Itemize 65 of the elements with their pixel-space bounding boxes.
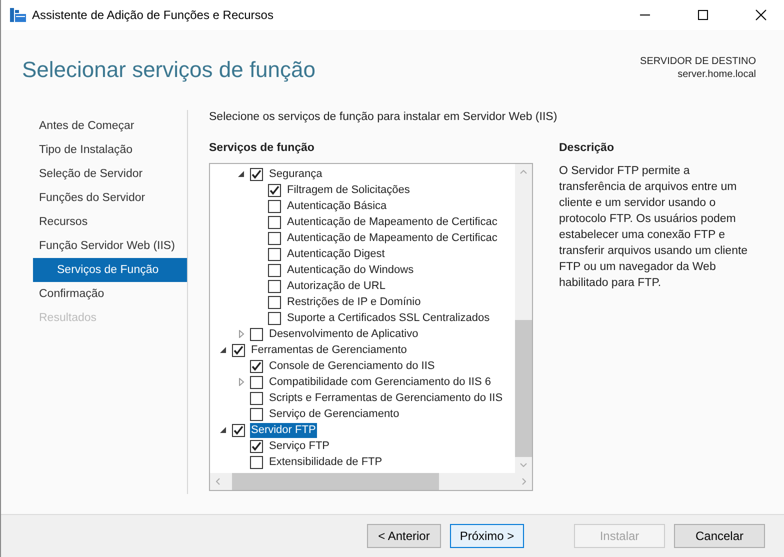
sidebar-item[interactable]: Função Servidor Web (IIS) <box>33 234 187 258</box>
checkbox[interactable] <box>250 376 263 388</box>
collapse-arrow-icon[interactable] <box>220 346 227 354</box>
checkbox[interactable] <box>268 232 281 244</box>
tree-item-label[interactable]: Console de Gerenciamento do IIS <box>268 358 436 374</box>
sidebar-item[interactable]: Antes de Começar <box>33 114 187 138</box>
checkbox[interactable] <box>250 408 263 420</box>
checkbox[interactable] <box>268 216 281 228</box>
sidebar-item[interactable]: Funções do Servidor <box>33 186 187 210</box>
tree-item-label[interactable]: Scripts e Ferramentas de Gerenciamento do IIS <box>268 390 504 406</box>
tree-item-label[interactable]: Servidor FTP <box>250 422 317 438</box>
tree-item-label[interactable]: Autenticação de Mapeamento de Certificac <box>286 230 498 246</box>
collapse-arrow-icon[interactable] <box>238 170 245 178</box>
instruction-text: Selecione os serviços de função para instalar em Servidor Web (IIS) <box>209 111 558 123</box>
sidebar-item[interactable]: Tipo de Instalação <box>33 138 187 162</box>
checkbox[interactable] <box>268 248 281 260</box>
checkbox[interactable] <box>250 328 263 340</box>
tree-item-label[interactable]: Segurança <box>268 166 324 182</box>
sidebar-item[interactable]: Confirmação <box>33 282 187 306</box>
tree-item-label[interactable]: Autenticação de Mapeamento de Certificac <box>286 214 498 230</box>
close-icon[interactable] <box>755 9 767 21</box>
checkbox[interactable] <box>232 424 245 436</box>
tree-item-label[interactable]: Filtragem de Solicitações <box>286 182 411 198</box>
checkbox[interactable] <box>268 280 281 292</box>
checkbox[interactable] <box>250 456 263 468</box>
checkbox[interactable] <box>232 344 245 356</box>
tree-item-label[interactable]: Serviço FTP <box>268 438 331 454</box>
collapse-arrow-icon[interactable] <box>220 426 227 434</box>
destination-server: server.home.local <box>678 69 756 80</box>
tree-item-label[interactable]: Autorização de URL <box>286 278 386 294</box>
wizard-button[interactable]: Próximo > <box>450 524 524 548</box>
checkbox[interactable] <box>268 264 281 276</box>
window-title: Assistente de Adição de Funções e Recursos <box>32 8 274 22</box>
tree-heading: Serviços de função <box>209 142 316 154</box>
checkbox[interactable] <box>268 184 281 196</box>
tree-item-label[interactable]: Autenticação do Windows <box>286 262 415 278</box>
expand-arrow-icon[interactable] <box>238 330 245 338</box>
tree-item-label[interactable]: Autenticação Básica <box>286 198 388 214</box>
description-heading: Descrição <box>559 142 615 154</box>
checkbox[interactable] <box>268 200 281 212</box>
tree-item-label[interactable]: Autenticação Digest <box>286 246 386 262</box>
tree-item-label[interactable]: Desenvolvimento de Aplicativo <box>268 326 420 342</box>
tree-item-label[interactable]: Suporte a Certificados SSL Centralizados <box>286 310 491 326</box>
tree-item-label[interactable]: Ferramentas de Gerenciamento <box>250 342 408 358</box>
tree-item-label[interactable]: Serviço de Gerenciamento <box>268 406 400 422</box>
checkbox[interactable] <box>250 360 263 372</box>
description-text: O Servidor FTP permite a transferência de arquivos entre um cliente e um servidor usando o protocolo FTP. Os usuários podem estabelecer uma conexão FTP e transferir arquivos usando um cliente FTP ou um navegador da Web habilitado para FTP. <box>559 164 749 291</box>
sidebar-item[interactable]: Seleção de Servidor <box>33 162 187 186</box>
sidebar-item[interactable]: Serviços de Função <box>33 258 187 282</box>
server-manager-icon <box>10 8 26 22</box>
expand-arrow-icon[interactable] <box>238 378 245 386</box>
checkbox[interactable] <box>250 440 263 452</box>
tree-item-label[interactable]: Restrições de IP e Domínio <box>286 294 422 310</box>
maximize-icon[interactable] <box>697 9 709 21</box>
checkbox[interactable] <box>268 312 281 324</box>
sidebar-item[interactable]: Recursos <box>33 210 187 234</box>
wizard-button[interactable]: Cancelar <box>674 524 765 548</box>
checkbox[interactable] <box>250 168 263 180</box>
page-title: Selecionar serviços de função <box>22 57 316 84</box>
checkbox[interactable] <box>250 392 263 404</box>
wizard-button[interactable]: < Anterior <box>367 524 441 548</box>
tree-item-label[interactable]: Compatibilidade com Gerenciamento do IIS 6 <box>268 374 492 390</box>
destination-label: SERVIDOR DE DESTINO <box>640 56 756 67</box>
checkbox[interactable] <box>268 296 281 308</box>
tree-item-label[interactable]: Extensibilidade de FTP <box>268 454 384 470</box>
